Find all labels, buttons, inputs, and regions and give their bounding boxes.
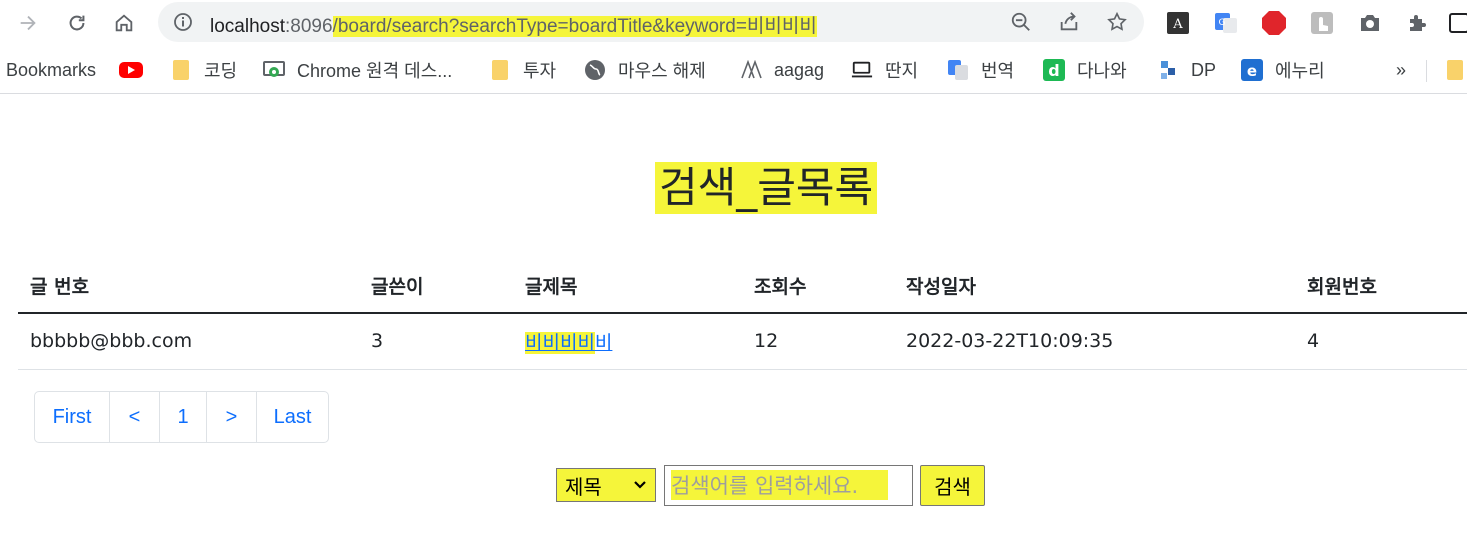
bookmark-label: 딴지 <box>885 61 919 81</box>
pagination-first[interactable]: First <box>34 391 110 443</box>
bookmark-label: 투자 <box>523 61 557 81</box>
reload-icon <box>69 15 85 31</box>
bookmark-label: 에누리 <box>1275 61 1325 81</box>
chevron-down-icon <box>634 481 646 489</box>
youtube-icon <box>119 62 143 78</box>
bookmark-mouse-release[interactable]: 마우스 해제 <box>584 57 706 83</box>
cell-member-no: 4 <box>1295 313 1467 370</box>
globe-icon <box>584 59 606 81</box>
svg-text:d: d <box>1048 61 1059 80</box>
bookmarks-overflow-button[interactable]: » <box>1396 57 1406 83</box>
side-panel-icon[interactable] <box>1448 10 1467 36</box>
bookmark-dp[interactable]: DP <box>1157 57 1216 83</box>
search-form: 제목 검색어를 입력하세요. 검색 <box>556 464 985 506</box>
post-title-rest: 비 <box>594 331 613 354</box>
column-header-date: 작성일자 <box>894 259 1295 314</box>
pagination-page-1[interactable]: 1 <box>159 391 207 443</box>
search-type-value: 제목 <box>565 474 602 499</box>
table-row: bbbbb@bbb.com 3 비비비비비 12 2022-03-22T10:0… <box>18 313 1467 370</box>
url-path: /board/search?searchType=boardTitle&keyw… <box>332 16 817 37</box>
cell-title: 비비비비비 <box>513 313 742 370</box>
home-icon <box>115 14 133 32</box>
address-bar[interactable]: localhost:8096/board/search?searchType=b… <box>158 2 1144 42</box>
bookmark-enuri[interactable]: e 에누리 <box>1241 57 1325 83</box>
search-input[interactable]: 검색어를 입력하세요. <box>664 464 913 506</box>
cell-views: 12 <box>742 313 894 370</box>
star-icon[interactable] <box>1106 11 1128 33</box>
page-title: 검색_글목록 <box>655 162 878 214</box>
font-extension-icon[interactable]: A <box>1165 10 1191 36</box>
bookmark-danawa[interactable]: d 다나와 <box>1043 57 1127 83</box>
bookmark-label: Chrome 원격 데스... <box>297 61 453 81</box>
bookmark-folder-coding[interactable]: 코딩 <box>170 57 237 83</box>
search-results-table: 글 번호 글쓴이 글제목 조회수 작성일자 회원번호 bbbbb@bbb.com… <box>18 259 1467 370</box>
url-port: :8096 <box>285 16 333 37</box>
folder-icon <box>1444 59 1466 81</box>
column-header-writer: 글쓴이 <box>359 259 513 314</box>
dp-icon <box>1157 59 1179 81</box>
column-header-title: 글제목 <box>513 259 742 314</box>
ddanzi-icon <box>851 59 873 81</box>
bookmark-chrome-remote[interactable]: Chrome 원격 데스... <box>263 57 452 83</box>
bookmark-translate[interactable]: 번역 <box>947 57 1014 83</box>
info-icon[interactable] <box>173 12 193 32</box>
post-title-highlight: 비비비비 <box>525 331 595 354</box>
svg-text:e: e <box>1247 62 1257 80</box>
bookmark-label: 다나와 <box>1077 61 1127 81</box>
google-translate-icon[interactable]: G <box>1213 10 1239 36</box>
column-header-views: 조회수 <box>742 259 894 314</box>
reload-button[interactable] <box>62 8 92 38</box>
pagination: First < 1 > Last <box>34 391 329 443</box>
column-header-member-no: 회원번호 <box>1295 259 1467 314</box>
aagag-icon <box>740 59 762 81</box>
danawa-icon: d <box>1043 59 1065 81</box>
post-title-link[interactable]: 비비비비비 <box>525 331 613 354</box>
bookmarks-bar: Bookmarks 코딩 Chrome 원격 데스... 투자 마우스 해제 a… <box>0 48 1467 94</box>
enuri-icon: e <box>1241 59 1263 81</box>
bookmark-folder-invest[interactable]: 투자 <box>489 57 556 83</box>
adblock-plus-icon[interactable] <box>1261 10 1287 36</box>
cell-number: bbbbb@bbb.com <box>18 313 359 370</box>
folder-icon <box>489 59 511 81</box>
url-host: localhost <box>210 16 285 37</box>
home-button[interactable] <box>109 8 139 38</box>
forward-button[interactable] <box>13 8 43 38</box>
bookmark-label: 코딩 <box>204 61 238 81</box>
search-type-select[interactable]: 제목 <box>556 468 656 502</box>
bookmark-ddanzi[interactable]: 딴지 <box>851 57 918 83</box>
pagination-prev[interactable]: < <box>109 391 160 443</box>
folder-icon <box>170 59 192 81</box>
bookmark-label: 번역 <box>981 61 1015 81</box>
svg-text:A: A <box>1172 17 1183 32</box>
pagination-last[interactable]: Last <box>256 391 329 443</box>
column-header-number: 글 번호 <box>18 259 359 314</box>
search-input-placeholder: 검색어를 입력하세요. <box>671 470 889 500</box>
search-button[interactable]: 검색 <box>920 464 985 506</box>
cell-date: 2022-03-22T10:09:35 <box>894 313 1295 370</box>
bookmark-folder-other[interactable] <box>1444 57 1467 83</box>
cell-writer: 3 <box>359 313 513 370</box>
arrow-right-icon <box>20 15 36 31</box>
gesture-extension-icon[interactable] <box>1309 10 1335 36</box>
bookmark-label: 마우스 해제 <box>618 61 706 81</box>
bookmark-aagag[interactable]: aagag <box>740 57 824 83</box>
table-header-row: 글 번호 글쓴이 글제목 조회수 작성일자 회원번호 <box>18 259 1467 314</box>
bookmark-youtube[interactable] <box>118 57 144 83</box>
extensions-puzzle-icon[interactable] <box>1405 10 1431 36</box>
chrome-remote-icon <box>263 59 285 81</box>
svg-text:G: G <box>1219 18 1226 28</box>
pagination-next[interactable]: > <box>206 391 257 443</box>
url-text[interactable]: localhost:8096/board/search?searchType=b… <box>210 11 817 38</box>
bookmark-label: DP <box>1191 59 1217 80</box>
bookmarks-divider <box>1426 60 1427 82</box>
zoom-out-icon[interactable] <box>1010 11 1032 33</box>
browser-toolbar: localhost:8096/board/search?searchType=b… <box>0 0 1467 46</box>
share-icon[interactable] <box>1058 11 1080 33</box>
translate-icon <box>947 59 969 81</box>
camera-icon[interactable] <box>1357 10 1383 36</box>
bookmarks-label[interactable]: Bookmarks <box>6 57 96 83</box>
bookmark-label: aagag <box>774 59 825 80</box>
